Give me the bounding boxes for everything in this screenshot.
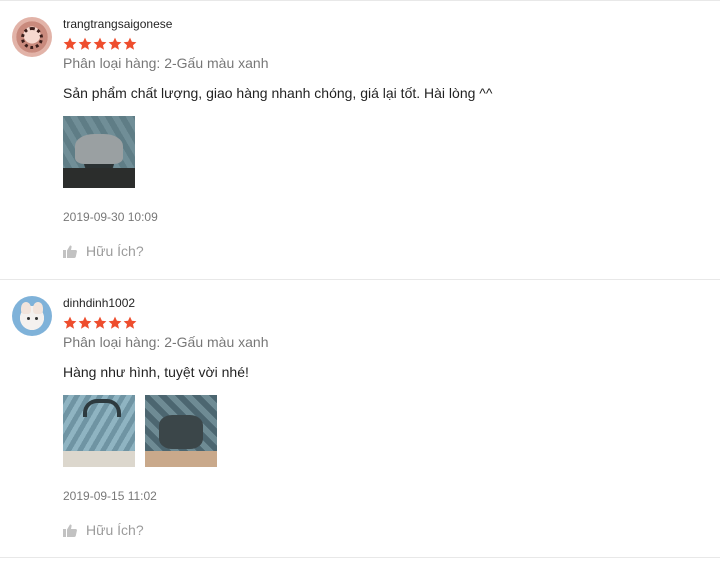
review-item: dinhdinh1002 Phân loại hàng: 2-Gấu màu x… <box>0 280 720 558</box>
avatar-image <box>21 302 31 314</box>
review-timestamp: 2019-09-30 10:09 <box>63 210 158 224</box>
star-icon <box>63 316 77 329</box>
avatar-image <box>35 317 38 320</box>
star-icon <box>93 37 107 50</box>
photo-detail <box>159 415 203 449</box>
helpful-button[interactable]: Hữu Ích? <box>63 243 144 259</box>
product-variation: Phân loại hàng: 2-Gấu màu xanh <box>63 55 269 71</box>
star-icon <box>78 37 92 50</box>
helpful-button[interactable]: Hữu Ích? <box>63 522 144 538</box>
avatar[interactable] <box>12 17 52 57</box>
star-icon <box>123 37 137 50</box>
product-variation: Phân loại hàng: 2-Gấu màu xanh <box>63 334 269 350</box>
review-item: trangtrangsaigonese Phân loại hàng: 2-Gấ… <box>0 1 720 279</box>
thumbs-up-icon <box>63 244 77 258</box>
photo-detail <box>63 168 135 188</box>
review-timestamp: 2019-09-15 11:02 <box>63 489 157 503</box>
helpful-label: Hữu Ích? <box>86 522 144 538</box>
review-comment: Sản phẩm chất lượng, giao hàng nhanh chó… <box>63 85 493 101</box>
review-username[interactable]: dinhdinh1002 <box>63 296 135 310</box>
star-icon <box>78 316 92 329</box>
star-icon <box>108 316 122 329</box>
review-username[interactable]: trangtrangsaigonese <box>63 17 172 31</box>
star-icon <box>93 316 107 329</box>
photo-detail <box>75 134 123 164</box>
photo-detail <box>83 399 121 417</box>
photo-detail <box>145 451 217 467</box>
avatar-image <box>21 27 43 49</box>
review-photo[interactable] <box>63 395 135 467</box>
avatar-image <box>27 317 30 320</box>
star-icon <box>108 37 122 50</box>
review-photo[interactable] <box>145 395 217 467</box>
thumbs-up-icon <box>63 523 77 537</box>
photo-detail <box>63 451 135 467</box>
rating-stars <box>63 37 137 53</box>
helpful-label: Hữu Ích? <box>86 243 144 259</box>
star-icon <box>63 37 77 50</box>
review-photos <box>63 395 217 467</box>
review-photo[interactable] <box>63 116 135 188</box>
star-icon <box>123 316 137 329</box>
avatar[interactable] <box>12 296 52 336</box>
rating-stars <box>63 316 137 332</box>
review-divider <box>0 557 720 558</box>
avatar-image <box>33 302 43 314</box>
review-photos <box>63 116 135 188</box>
review-comment: Hàng như hình, tuyệt vời nhé! <box>63 364 249 380</box>
